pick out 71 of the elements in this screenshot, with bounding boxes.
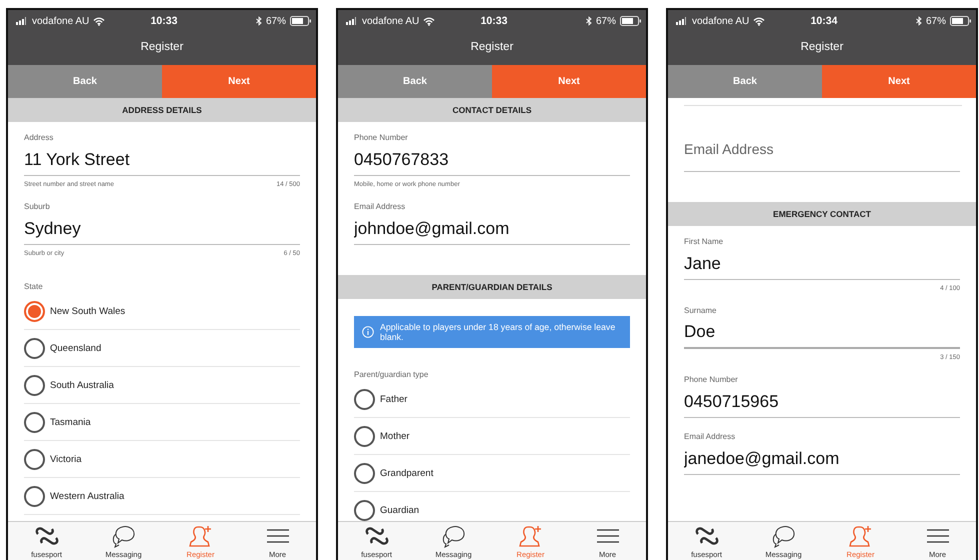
radio-option[interactable]: Mother xyxy=(354,418,630,455)
radio-option[interactable]: Queensland xyxy=(24,330,300,367)
radio-option[interactable]: Tasmania xyxy=(24,404,300,441)
text-field[interactable]: 11 York Street xyxy=(24,146,300,176)
battery-icon xyxy=(950,16,972,26)
battery-percent: 67% xyxy=(926,16,946,26)
speech-bubbles-icon xyxy=(440,525,466,548)
radio-option[interactable]: South Australia xyxy=(24,367,300,404)
clock-time: 10:34 xyxy=(810,15,838,27)
text-field[interactable]: Email Address xyxy=(684,128,960,172)
text-field[interactable]: 0450715965 xyxy=(684,388,960,418)
carrier-name: vodafone AU xyxy=(32,16,90,26)
field-label: Surname xyxy=(684,305,718,317)
radio-button[interactable] xyxy=(24,300,45,322)
radio-button[interactable] xyxy=(354,426,375,446)
info-text: Applicable to players under 18 years of age, otherwise leave blank. xyxy=(380,322,616,342)
wifi-icon xyxy=(423,16,436,26)
bluetooth-icon xyxy=(916,16,922,26)
radio-button[interactable] xyxy=(354,462,375,484)
section-header: CONTACT DETAILS xyxy=(338,98,646,122)
radio-button[interactable] xyxy=(24,448,45,470)
bluetooth-icon xyxy=(256,16,262,26)
field-label: Email Address xyxy=(354,201,406,213)
group-label: State xyxy=(24,281,44,293)
text-field[interactable]: Doe xyxy=(684,319,960,349)
radio-option[interactable]: Western Australia xyxy=(24,478,300,515)
person-add-icon xyxy=(188,525,214,548)
person-add-icon xyxy=(848,525,874,548)
radio-option[interactable]: Victoria xyxy=(24,441,300,478)
screen-title: Register xyxy=(8,32,316,65)
clock-time: 10:33 xyxy=(480,15,508,27)
radio-button[interactable] xyxy=(24,412,45,432)
field-label: Email Address xyxy=(684,431,736,443)
screen-title: Register xyxy=(668,32,976,65)
field-label: Phone Number xyxy=(684,374,739,386)
radio-option[interactable]: Grandparent xyxy=(354,455,630,492)
signal-icon xyxy=(676,17,688,25)
section-header: EMERGENCY CONTACT xyxy=(668,202,976,226)
wifi-icon xyxy=(753,16,766,26)
info-icon xyxy=(362,326,374,338)
field-label: Address xyxy=(24,132,54,144)
section-header: ADDRESS DETAILS xyxy=(8,98,316,122)
section-header: PARENT/GUARDIAN DETAILS xyxy=(338,275,646,299)
bluetooth-icon xyxy=(586,16,592,26)
speech-bubbles-icon xyxy=(770,525,796,548)
carrier-name: vodafone AU xyxy=(362,16,420,26)
carrier-name: vodafone AU xyxy=(692,16,750,26)
signal-icon xyxy=(346,17,358,25)
radio-button[interactable] xyxy=(24,338,45,358)
radio-button[interactable] xyxy=(354,388,375,410)
battery-icon xyxy=(620,16,642,26)
group-label: Parent/guardian type xyxy=(354,369,430,381)
radio-option[interactable]: New South Wales xyxy=(24,293,300,330)
battery-percent: 67% xyxy=(266,16,286,26)
text-field[interactable]: 0450767833 xyxy=(354,146,630,176)
field-label: Phone Number xyxy=(354,132,409,144)
field-label: First Name xyxy=(684,236,724,248)
radio-option[interactable]: Father xyxy=(354,381,630,418)
clock-time: 10:33 xyxy=(150,15,178,27)
wifi-icon xyxy=(93,16,106,26)
field-label: Suburb xyxy=(24,201,51,213)
radio-button[interactable] xyxy=(24,486,45,506)
screen-title: Register xyxy=(338,32,646,65)
text-field[interactable]: Sydney xyxy=(24,215,300,245)
signal-icon xyxy=(16,17,28,25)
battery-icon xyxy=(290,16,312,26)
battery-percent: 67% xyxy=(596,16,616,26)
text-field[interactable]: Jane xyxy=(684,250,960,280)
person-add-icon xyxy=(518,525,544,548)
speech-bubbles-icon xyxy=(110,525,136,548)
radio-button[interactable] xyxy=(24,374,45,396)
